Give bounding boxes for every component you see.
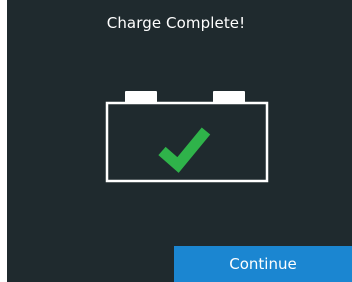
charge-complete-title: Charge Complete! <box>106 14 246 32</box>
charge-complete-screen: Charge Complete! <box>7 0 352 282</box>
battery-check-icon <box>103 91 271 183</box>
continue-button[interactable]: Continue <box>174 246 352 282</box>
